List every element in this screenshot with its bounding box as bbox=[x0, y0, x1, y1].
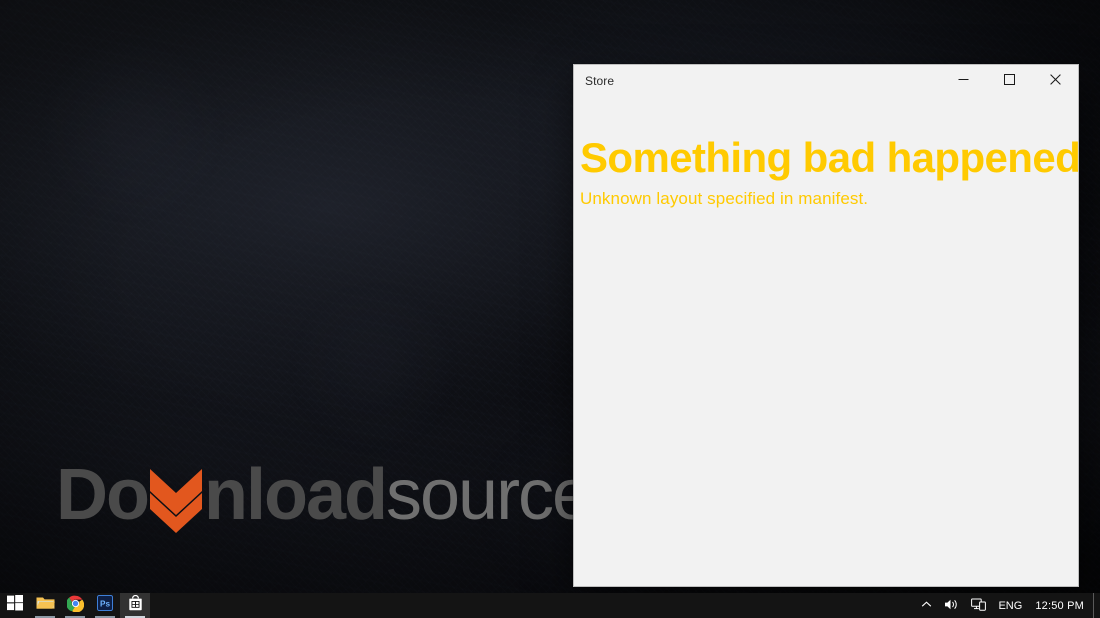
watermark-text-primary: Do bbox=[56, 455, 150, 535]
network-button[interactable] bbox=[965, 593, 992, 618]
taskbar-buttons[interactable]: Ps bbox=[0, 593, 150, 618]
close-button[interactable] bbox=[1032, 65, 1078, 96]
volume-button[interactable] bbox=[938, 593, 965, 618]
store-bag-icon bbox=[128, 594, 143, 616]
close-icon bbox=[1049, 72, 1061, 90]
error-headline: Something bad happened bbox=[580, 134, 1079, 181]
store-error-content: Something bad happened Unknown layout sp… bbox=[574, 96, 1078, 586]
double-chevron-down-icon bbox=[148, 459, 204, 533]
start-button[interactable] bbox=[0, 593, 30, 618]
watermark-text-middle: nload bbox=[203, 455, 388, 535]
network-monitor-icon bbox=[971, 598, 987, 614]
windows-logo-icon bbox=[7, 595, 23, 616]
store-window[interactable]: Store Something bad happened Unknown lay… bbox=[573, 64, 1079, 587]
taskbar[interactable]: Ps ENG 12:50 PM bbox=[0, 593, 1100, 618]
window-title: Store bbox=[585, 73, 615, 88]
clock[interactable]: 12:50 PM bbox=[1028, 593, 1093, 618]
chrome-icon bbox=[65, 595, 84, 617]
speaker-icon bbox=[944, 598, 959, 614]
minimize-icon bbox=[958, 72, 969, 90]
store-button[interactable] bbox=[120, 593, 150, 618]
chrome-button[interactable] bbox=[60, 593, 90, 618]
folder-icon bbox=[36, 595, 55, 616]
maximize-button[interactable] bbox=[986, 65, 1032, 96]
photoshop-button[interactable]: Ps bbox=[90, 593, 120, 618]
maximize-icon bbox=[1003, 72, 1015, 90]
minimize-button[interactable] bbox=[940, 65, 986, 96]
show-hidden-icons-button[interactable] bbox=[915, 593, 938, 618]
language-indicator[interactable]: ENG bbox=[992, 593, 1028, 618]
system-tray[interactable]: ENG 12:50 PM bbox=[915, 593, 1100, 618]
svg-text:Ps: Ps bbox=[100, 599, 110, 608]
photoshop-icon: Ps bbox=[97, 595, 113, 616]
chevron-up-icon bbox=[921, 599, 932, 613]
error-subtext: Unknown layout specified in manifest. bbox=[580, 189, 869, 209]
show-desktop-button[interactable] bbox=[1093, 593, 1100, 618]
window-controls[interactable] bbox=[940, 65, 1078, 96]
window-title-bar[interactable]: Store bbox=[574, 65, 1078, 96]
watermark-text-secondary: source bbox=[385, 455, 592, 535]
file-explorer-button[interactable] bbox=[30, 593, 60, 618]
downloadsource-watermark: Do nload source bbox=[56, 455, 592, 535]
